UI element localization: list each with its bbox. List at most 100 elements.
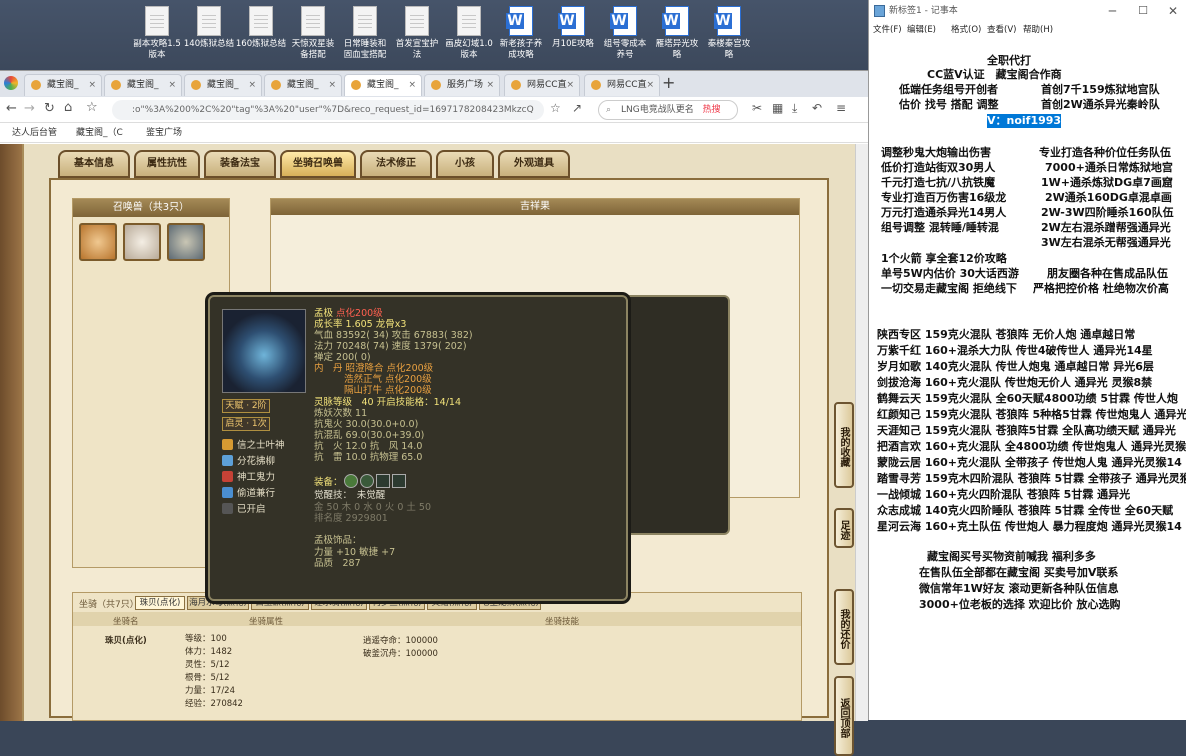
notepad-line: 蒙陇云居 160+克火混队 全带孩子 传世炮人鬼 通异光灵猴14 bbox=[877, 456, 1182, 469]
notepad-menu-item[interactable]: 编辑(E) bbox=[907, 22, 936, 38]
browser-tab[interactable]: 藏宝阁_ × bbox=[24, 74, 102, 96]
share-icon[interactable]: ↗ bbox=[572, 101, 582, 115]
browser-tab[interactable]: 网易CC直 × bbox=[504, 74, 580, 96]
mount-title: 坐骑（共7只） bbox=[79, 600, 139, 610]
bookmark-item[interactable]: 藏宝阁_（C bbox=[76, 123, 123, 143]
mount-skill: 逍遥夺命：100000 bbox=[363, 636, 438, 646]
home-icon[interactable]: ⌂ bbox=[64, 100, 72, 115]
notepad-line: 千元打造七抗/八抗铁魔 bbox=[881, 176, 996, 189]
close-tab-icon[interactable]: × bbox=[646, 75, 654, 95]
tab-7[interactable]: 外观道具 bbox=[498, 150, 570, 178]
close-tab-icon[interactable]: × bbox=[486, 75, 494, 95]
browser-tab-label: 藏宝阁_ bbox=[367, 80, 399, 90]
side-button[interactable]: 足迹 bbox=[834, 508, 854, 548]
close-tab-icon[interactable]: × bbox=[408, 75, 416, 95]
notepad-menu-item[interactable]: 格式(O) bbox=[951, 22, 981, 38]
browser-logo-icon[interactable] bbox=[4, 76, 18, 90]
equip-icon[interactable] bbox=[360, 474, 374, 488]
bookmark-item[interactable]: 达人后台管 bbox=[12, 123, 57, 143]
skill-name: 神工鬼力 bbox=[237, 472, 276, 483]
bookmark-star-icon[interactable]: ☆ bbox=[86, 100, 98, 115]
extensions-icon[interactable]: ✂ bbox=[752, 101, 762, 115]
close-button[interactable]: ✕ bbox=[1168, 0, 1178, 22]
skill-item: 分花拂柳 bbox=[222, 453, 275, 467]
browser-tab-label: 藏宝阁_ bbox=[127, 80, 159, 90]
desktop-icon[interactable]: 秦楼秦宫攻 略 bbox=[698, 6, 760, 61]
star-icon[interactable]: ☆ bbox=[550, 101, 561, 115]
notepad-menu-item[interactable]: 帮助(H) bbox=[1023, 22, 1053, 38]
text-file-icon bbox=[405, 6, 429, 36]
summon-list-title: 召唤兽（共3只） bbox=[73, 199, 229, 217]
browser-tab[interactable]: 藏宝阁_ × bbox=[344, 74, 422, 96]
browser-tab[interactable]: 服务广场 × bbox=[424, 74, 500, 96]
notepad-line: 专业打造各种价位任务队伍 bbox=[1039, 146, 1171, 159]
menu-icon[interactable]: ≡ bbox=[836, 101, 846, 115]
url-text: :o"%3A%200%2C%20"tag"%3A%20"user"%7D&rec… bbox=[132, 105, 534, 115]
skill-item: 神工鬼力 bbox=[222, 469, 275, 483]
text-file-icon bbox=[301, 6, 325, 36]
browser-tab[interactable]: 藏宝阁_ × bbox=[264, 74, 342, 96]
download-icon[interactable]: ⤓ bbox=[792, 101, 797, 116]
notepad-menu-item[interactable]: 文件(F) bbox=[873, 22, 902, 38]
page-scrollbar[interactable] bbox=[855, 144, 868, 721]
notepad-text-area[interactable]: 全职代打 CC蓝V认证 藏宝阁合作商 低端任务组号开创者 首创7千159炼狱地宫队 估价… bbox=[869, 38, 1186, 720]
notepad-line: 2W-3W四阶睡杀160队伍 bbox=[1041, 206, 1174, 219]
tab-5[interactable]: 法术修正 bbox=[360, 150, 432, 178]
word-file-icon bbox=[610, 6, 637, 36]
word-file-icon bbox=[506, 6, 533, 36]
text-file-icon bbox=[249, 6, 273, 36]
back-icon[interactable]: ← bbox=[6, 101, 17, 116]
minimize-button[interactable]: ─ bbox=[1109, 0, 1116, 22]
summon-portrait[interactable] bbox=[123, 223, 161, 261]
notepad-line: 组号调整 混转睡/睡转混 bbox=[881, 221, 999, 234]
maximize-button[interactable]: ☐ bbox=[1138, 0, 1148, 22]
reload-icon[interactable]: ↻ bbox=[44, 101, 55, 116]
close-tab-icon[interactable]: × bbox=[328, 75, 336, 95]
equip-icon[interactable] bbox=[376, 474, 390, 488]
close-tab-icon[interactable]: × bbox=[248, 75, 256, 95]
browser-tab[interactable]: 网易CC直 × bbox=[584, 74, 660, 96]
notepad-menu-item[interactable]: 查看(V) bbox=[987, 22, 1016, 38]
notepad-line: 剑拔沧海 160+克火混队 传世炮无价人 通异光 灵猴8禁 bbox=[877, 376, 1153, 389]
new-tab-button[interactable]: + bbox=[662, 73, 675, 92]
notepad-line: 把酒言欢 160+克火混队 全4800功绩 传世炮鬼人 通异光灵猴 bbox=[877, 440, 1186, 453]
pet-resist: 抗 火 12.0 抗 风 14.0 bbox=[314, 441, 423, 452]
mount-tab[interactable]: 珠贝(点化) bbox=[135, 596, 185, 610]
side-button[interactable]: 返回顶部 bbox=[834, 676, 854, 756]
summon-portrait[interactable] bbox=[79, 223, 117, 261]
wood-border bbox=[0, 144, 22, 721]
notepad-line: 1W+通杀炼狱DG卓7画窟 bbox=[1041, 176, 1173, 189]
summon-list: 召唤兽（共3只） bbox=[72, 198, 230, 568]
tab-6[interactable]: 小孩 bbox=[436, 150, 494, 178]
bookmark-item[interactable]: 鉴宝广场 bbox=[146, 123, 182, 143]
browser-tab-label: 藏宝阁_ bbox=[207, 80, 239, 90]
side-button[interactable]: 我的收藏 bbox=[834, 402, 854, 488]
equip-icon[interactable] bbox=[344, 474, 358, 488]
notepad-icon bbox=[874, 5, 885, 17]
tab-1[interactable]: 基本信息 bbox=[58, 150, 130, 178]
tab-3[interactable]: 装备法宝 bbox=[204, 150, 276, 178]
text-file-icon bbox=[197, 6, 221, 36]
grid-icon[interactable]: ▦ bbox=[772, 101, 783, 115]
tab-4[interactable]: 坐骑召唤兽 bbox=[280, 150, 356, 178]
side-button[interactable]: 我的还价 bbox=[834, 589, 854, 665]
browser-tab[interactable]: 藏宝阁_ × bbox=[104, 74, 182, 96]
summon-portrait[interactable] bbox=[167, 223, 205, 261]
browser-tab[interactable]: 藏宝阁_ × bbox=[184, 74, 262, 96]
pet-resist: 抗 雷 10.0 抗物理 65.0 bbox=[314, 452, 423, 463]
forward-icon[interactable]: → bbox=[24, 101, 35, 116]
undo-icon[interactable]: ↶ bbox=[812, 101, 822, 115]
mount-skill: 破釜沉舟：100000 bbox=[363, 649, 438, 659]
bookmarks-bar: 达人后台管 藏宝阁_（C 鉴宝广场 bbox=[0, 123, 868, 143]
close-tab-icon[interactable]: × bbox=[566, 75, 574, 95]
close-tab-icon[interactable]: × bbox=[168, 75, 176, 95]
notepad-line: CC蓝V认证 藏宝阁合作商 bbox=[927, 68, 1062, 81]
notepad-line: 一战倾城 160+克火四阶混队 苍狼阵 5甘霖 通异光 bbox=[877, 488, 1131, 501]
tab-2[interactable]: 属性抗性 bbox=[134, 150, 200, 178]
mount-header: 坐骑名 bbox=[113, 617, 139, 627]
equip-icon[interactable] bbox=[392, 474, 406, 488]
close-tab-icon[interactable]: × bbox=[88, 75, 96, 95]
browser-search-input[interactable]: ⌕ LNG电竞战队更名 热搜 bbox=[598, 100, 738, 120]
notepad-line: 低价打造站街双30男人 bbox=[881, 161, 996, 174]
url-input[interactable]: :o"%3A%200%2C%20"tag"%3A%20"user"%7D&rec… bbox=[112, 100, 544, 120]
